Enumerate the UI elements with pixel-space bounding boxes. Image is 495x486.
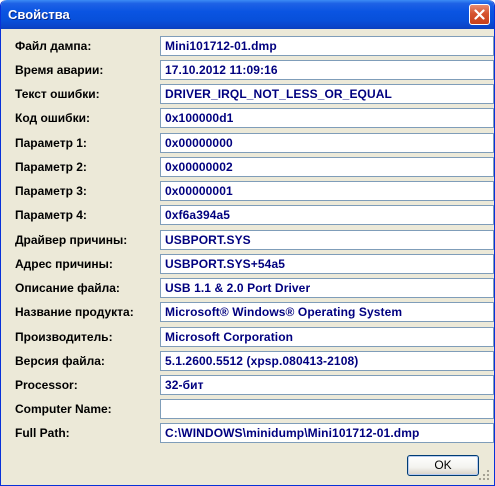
cause-driver-field[interactable]: USBPORT.SYS — [160, 230, 494, 250]
row-cause-driver: Драйвер причины: USBPORT.SYS — [4, 230, 494, 250]
dump-file-field[interactable]: Mini101712-01.dmp — [160, 36, 494, 56]
product-name-field[interactable]: Microsoft® Windows® Operating System — [160, 302, 494, 322]
close-icon — [474, 9, 485, 20]
product-name-label: Название продукта: — [15, 305, 134, 319]
row-parameter-2: Параметр 2: 0x00000002 — [4, 157, 494, 177]
error-code-label: Код ошибки: — [15, 111, 90, 125]
company-field[interactable]: Microsoft Corporation — [160, 327, 494, 347]
ok-button[interactable]: OK — [407, 455, 479, 476]
row-full-path: Full Path: C:\WINDOWS\minidump\Mini10171… — [4, 423, 494, 443]
parameter-3-field[interactable]: 0x00000001 — [160, 181, 494, 201]
properties-dialog: Свойства Файл дампа: Mini101712-01.dmp В… — [0, 0, 495, 486]
row-company: Производитель: Microsoft Corporation — [4, 327, 494, 347]
row-parameter-4: Параметр 4: 0xf6a394a5 — [4, 205, 494, 225]
parameter-2-label: Параметр 2: — [15, 160, 87, 174]
cause-address-field[interactable]: USBPORT.SYS+54a5 — [160, 254, 494, 274]
parameter-1-label: Параметр 1: — [15, 136, 87, 150]
close-button[interactable] — [469, 4, 490, 25]
row-parameter-3: Параметр 3: 0x00000001 — [4, 181, 494, 201]
row-cause-address: Адрес причины: USBPORT.SYS+54a5 — [4, 254, 494, 274]
row-computer-name: Computer Name: — [4, 399, 494, 419]
processor-label: Processor: — [15, 378, 78, 392]
row-dump-file: Файл дампа: Mini101712-01.dmp — [4, 36, 494, 56]
computer-name-field[interactable] — [160, 399, 494, 419]
file-version-label: Версия файла: — [15, 354, 105, 368]
row-crash-time: Время аварии: 17.10.2012 11:09:16 — [4, 60, 494, 80]
file-description-field[interactable]: USB 1.1 & 2.0 Port Driver — [160, 278, 494, 298]
row-parameter-1: Параметр 1: 0x00000000 — [4, 133, 494, 153]
dialog-body: Файл дампа: Mini101712-01.dmp Время авар… — [4, 29, 494, 482]
cause-driver-label: Драйвер причины: — [15, 233, 128, 247]
parameter-3-label: Параметр 3: — [15, 184, 87, 198]
cause-address-label: Адрес причины: — [15, 257, 113, 271]
dump-file-label: Файл дампа: — [15, 39, 92, 53]
row-product-name: Название продукта: Microsoft® Windows® O… — [4, 302, 494, 322]
parameter-4-field[interactable]: 0xf6a394a5 — [160, 205, 494, 225]
window-title: Свойства — [8, 7, 70, 22]
row-file-version: Версия файла: 5.1.2600.5512 (xpsp.080413… — [4, 351, 494, 371]
company-label: Производитель: — [15, 330, 113, 344]
error-text-field[interactable]: DRIVER_IRQL_NOT_LESS_OR_EQUAL — [160, 84, 494, 104]
processor-field[interactable]: 32-бит — [160, 375, 494, 395]
row-error-text: Текст ошибки: DRIVER_IRQL_NOT_LESS_OR_EQ… — [4, 84, 494, 104]
file-description-label: Описание файла: — [15, 281, 120, 295]
title-bar[interactable]: Свойства — [1, 0, 494, 29]
crash-time-label: Время аварии: — [15, 63, 104, 77]
resize-grip-icon[interactable] — [478, 469, 490, 481]
file-version-field[interactable]: 5.1.2600.5512 (xpsp.080413-2108) — [160, 351, 494, 371]
computer-name-label: Computer Name: — [15, 402, 112, 416]
parameter-1-field[interactable]: 0x00000000 — [160, 133, 494, 153]
row-error-code: Код ошибки: 0x100000d1 — [4, 108, 494, 128]
row-processor: Processor: 32-бит — [4, 375, 494, 395]
parameter-2-field[interactable]: 0x00000002 — [160, 157, 494, 177]
error-text-label: Текст ошибки: — [15, 87, 100, 101]
crash-time-field[interactable]: 17.10.2012 11:09:16 — [160, 60, 494, 80]
row-file-description: Описание файла: USB 1.1 & 2.0 Port Drive… — [4, 278, 494, 298]
full-path-field[interactable]: C:\WINDOWS\minidump\Mini101712-01.dmp — [160, 423, 494, 443]
full-path-label: Full Path: — [15, 426, 70, 440]
parameter-4-label: Параметр 4: — [15, 208, 87, 222]
error-code-field[interactable]: 0x100000d1 — [160, 108, 494, 128]
